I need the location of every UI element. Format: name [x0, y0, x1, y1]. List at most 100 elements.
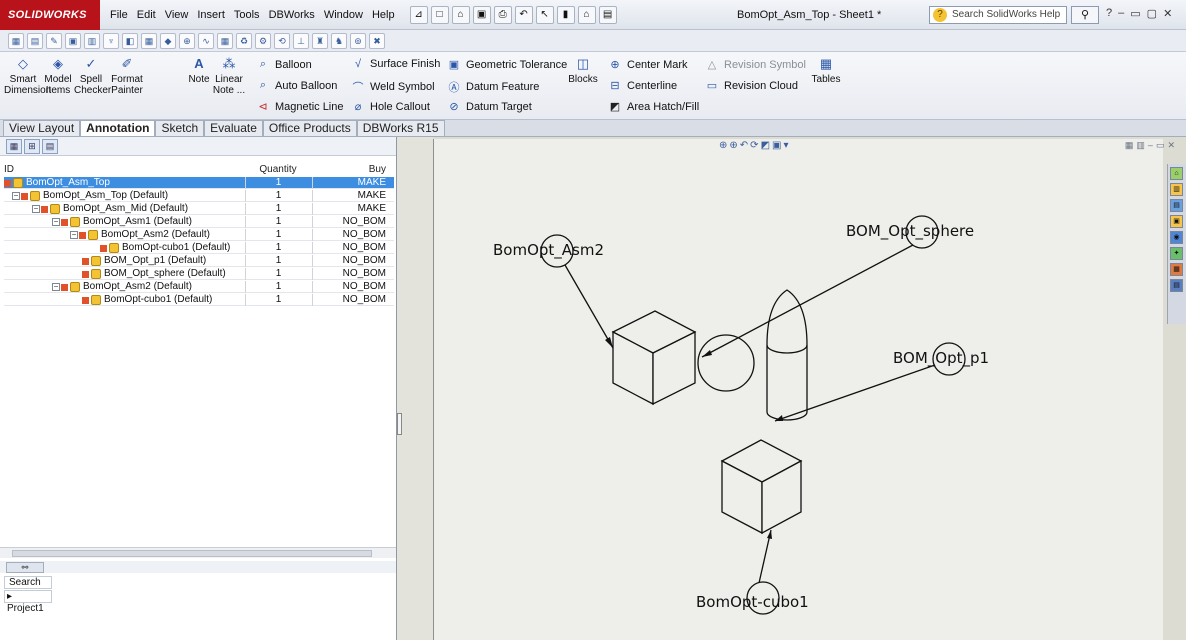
table-row[interactable]: − BomOpt_Asm2 (Default) 1 NO_BOM — [4, 281, 394, 293]
table-row[interactable]: − BomOpt_Asm_Top (Default) 1 MAKE — [4, 190, 394, 202]
toolbar-icon-1[interactable]: ▦ — [8, 32, 24, 49]
solidworks-logo[interactable]: SOLIDWORKS — [0, 0, 100, 30]
column-header-buy[interactable]: Buy — [312, 164, 394, 175]
toolbar-icon-20[interactable]: ✖ — [369, 32, 385, 49]
balloon-button[interactable]: ⌕ Balloon — [256, 58, 312, 71]
table-row[interactable]: − BomOpt_Asm2 (Default) 1 NO_BOM — [4, 229, 394, 241]
toolbar-icon-17[interactable]: ♜ — [312, 32, 328, 49]
table-row[interactable]: BOM_Opt_sphere (Default) 1 NO_BOM — [4, 268, 394, 280]
toolbar-icon-5[interactable]: ▥ — [84, 32, 100, 49]
tab-annotation[interactable]: Annotation — [80, 120, 156, 136]
tables-button[interactable]: ▦ Tables — [810, 56, 842, 85]
grid-view-icon[interactable]: ▦ — [6, 138, 22, 154]
file-explorer-icon[interactable]: ▤ — [1170, 199, 1183, 212]
toolbar-icon-18[interactable]: ♞ — [331, 32, 347, 49]
table-view-icon[interactable]: ▤ — [42, 138, 58, 154]
spell-checker-button[interactable]: ✓ Spell Checker — [74, 56, 111, 96]
table-row[interactable]: BomOpt-cubo1 (Default) 1 NO_BOM — [4, 294, 394, 306]
table-row[interactable]: BomOpt-cubo1 (Default) 1 NO_BOM — [4, 242, 394, 254]
toolbar-icon-9[interactable]: ◆ — [160, 32, 176, 49]
toolbar-icon-6[interactable]: ♆ — [103, 32, 119, 49]
smart-dimension-button[interactable]: ◇ Smart Dimension — [4, 56, 51, 96]
drawing-viewport[interactable]: ⊕⊕↶⟳◩▣▾ ▦▥–▭✕ BomOpt_Asm2 BOM_Opt_sphere… — [397, 137, 1186, 640]
column-header-quantity[interactable]: Quantity — [245, 164, 311, 175]
table-row[interactable]: BOM_Opt_p1 (Default) 1 NO_BOM — [4, 255, 394, 267]
menu-file[interactable]: File — [110, 9, 128, 21]
collapse-toggle-icon[interactable]: − — [70, 231, 78, 239]
binoculars-icon[interactable]: ⚯ — [6, 562, 44, 573]
area-hatch-button[interactable]: ◩ Area Hatch/Fill — [608, 100, 699, 114]
note-button[interactable]: A Note — [186, 56, 212, 85]
maximize-icon[interactable]: ▢ — [1147, 7, 1157, 20]
revision-cloud-button[interactable]: ▭ Revision Cloud — [705, 79, 798, 93]
file-properties-icon[interactable]: ⌂ — [577, 5, 596, 24]
dbworks-icon[interactable]: ▦ — [1170, 263, 1183, 276]
design-library-icon[interactable]: ▥ — [1170, 183, 1183, 196]
collapse-toggle-icon[interactable]: − — [12, 192, 20, 200]
tree-view-icon[interactable]: ⊞ — [24, 138, 40, 154]
toolbar-icon-13[interactable]: ♻ — [236, 32, 252, 49]
pin-icon[interactable]: ⊿ — [409, 5, 428, 24]
tab-office-products[interactable]: Office Products — [262, 120, 357, 136]
toolbar-icon-11[interactable]: ∿ — [198, 32, 214, 49]
open-icon[interactable]: ⌂ — [451, 5, 470, 24]
resources-icon[interactable]: ⌂ — [1170, 167, 1183, 180]
toolbar-icon-3[interactable]: ✎ — [46, 32, 62, 49]
menu-help[interactable]: Help — [372, 9, 395, 21]
column-header-id[interactable]: ID — [4, 164, 244, 175]
format-painter-button[interactable]: ✐ Format Painter — [108, 56, 146, 96]
tab-view-layout[interactable]: View Layout — [3, 120, 81, 136]
capsule-view[interactable] — [766, 289, 808, 421]
appearances-icon[interactable]: ◉ — [1170, 231, 1183, 244]
collapse-toggle-icon[interactable]: − — [52, 283, 60, 291]
tab-evaluate[interactable]: Evaluate — [204, 120, 263, 136]
toolbar-icon-19[interactable]: ⊚ — [350, 32, 366, 49]
toolbar-icon-12[interactable]: ▦ — [217, 32, 233, 49]
help-search-input[interactable]: ? Search SolidWorks Help — [929, 6, 1067, 24]
toolbar-icon-14[interactable]: ⚙ — [255, 32, 271, 49]
table-row[interactable]: BomOpt_Asm_Top 1 MAKE — [4, 177, 394, 189]
collapse-toggle-icon[interactable]: − — [32, 205, 40, 213]
minimize-icon[interactable]: – — [1118, 7, 1124, 20]
centerline-button[interactable]: ⊟ Centerline — [608, 79, 677, 93]
menu-view[interactable]: View — [165, 9, 189, 21]
select-icon[interactable]: ↖ — [535, 5, 554, 24]
custom-properties-icon[interactable]: ✦ — [1170, 247, 1183, 260]
search-label[interactable]: Search — [4, 576, 52, 589]
toolbar-icon-16[interactable]: ⊥ — [293, 32, 309, 49]
new-document-icon[interactable]: □ — [430, 5, 449, 24]
horizontal-scrollbar[interactable] — [0, 547, 396, 558]
project-item[interactable]: ▸ Project1 — [4, 590, 52, 614]
collapse-toggle-icon[interactable]: − — [52, 218, 60, 226]
table-row[interactable]: − BomOpt_Asm1 (Default) 1 NO_BOM — [4, 216, 394, 228]
toolbar-icon-10[interactable]: ⊕ — [179, 32, 195, 49]
surface-finish-button[interactable]: √ Surface Finish — [351, 58, 440, 70]
sphere-view[interactable] — [697, 334, 755, 392]
hole-callout-button[interactable]: ⌀ Hole Callout — [351, 100, 430, 114]
toolbar-icon-4[interactable]: ▣ — [65, 32, 81, 49]
close-icon[interactable]: ✕ — [1163, 7, 1172, 20]
undo-icon[interactable]: ↶ — [514, 5, 533, 24]
auto-balloon-button[interactable]: ⌕ Auto Balloon — [256, 79, 337, 92]
expand-arrow-icon[interactable]: ▸ — [7, 591, 12, 602]
view-palette-icon[interactable]: ▣ — [1170, 215, 1183, 228]
model-items-button[interactable]: ◈ Model Items — [42, 56, 74, 96]
cube-view-2[interactable] — [720, 439, 803, 535]
scrollbar-thumb[interactable] — [12, 550, 372, 557]
cube-view-1[interactable] — [611, 310, 697, 406]
toolbar-icon-2[interactable]: ▤ — [27, 32, 43, 49]
help-menu-icon[interactable]: ? — [1106, 7, 1112, 20]
menu-insert[interactable]: Insert — [197, 9, 225, 21]
save-icon[interactable]: ▣ — [472, 5, 491, 24]
menu-window[interactable]: Window — [324, 9, 363, 21]
table-row[interactable]: − BomOpt_Asm_Mid (Default) 1 MAKE — [4, 203, 394, 215]
datum-feature-button[interactable]: Ⓐ Datum Feature — [447, 79, 540, 95]
linear-note-button[interactable]: ⁂ Linear Note ... — [212, 56, 246, 96]
toolbar-icon-15[interactable]: ⟲ — [274, 32, 290, 49]
menu-dbworks[interactable]: DBWorks — [269, 9, 315, 21]
tab-sketch[interactable]: Sketch — [155, 120, 205, 136]
toolbar-icon-8[interactable]: ▦ — [141, 32, 157, 49]
center-mark-button[interactable]: ⊕ Center Mark — [608, 58, 687, 72]
menu-tools[interactable]: Tools — [234, 9, 260, 21]
options-icon[interactable]: ▤ — [598, 5, 617, 24]
